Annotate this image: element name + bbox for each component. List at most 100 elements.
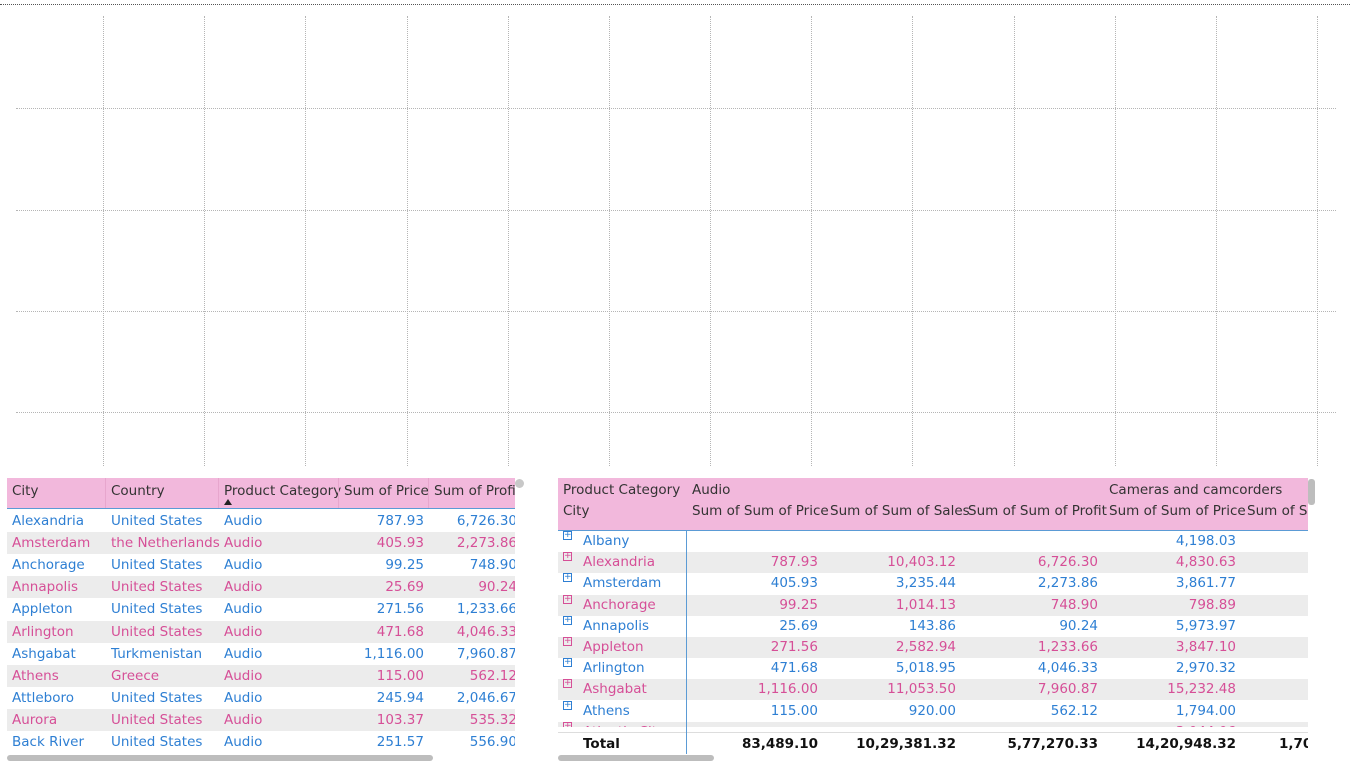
table-cell: 6,726.30 bbox=[456, 513, 515, 529]
matrix-row[interactable]: + Alexandria 787.93 10,403.12 6,726.30 4,830.… bbox=[558, 552, 1308, 574]
column-header-audio-profit[interactable]: Sum of Sum of Profit bbox=[968, 503, 1107, 519]
expand-icon[interactable]: + bbox=[563, 700, 572, 710]
column-group-audio[interactable]: Audio bbox=[692, 482, 730, 498]
table-cell: Ashgabat bbox=[12, 645, 76, 662]
table-cell: Arlington bbox=[12, 623, 74, 640]
column-header-audio-sales[interactable]: Sum of Sum of Sales bbox=[830, 503, 970, 519]
table-visual[interactable]: City Country Product Category Sum of Pri… bbox=[7, 478, 515, 754]
matrix-cell: 1,014.13 bbox=[895, 596, 956, 613]
matrix-cell: 4,046.33 bbox=[1037, 660, 1098, 677]
matrix-row[interactable]: + Ashgabat 1,116.00 11,053.50 7,960.87 15,232… bbox=[558, 679, 1308, 701]
matrix-row[interactable]: + Anchorage 99.25 1,014.13 748.90 798.89 bbox=[558, 594, 1308, 616]
matrix-row[interactable]: + Albany 4,198.03 bbox=[558, 531, 1308, 552]
column-header-country[interactable]: Country bbox=[111, 483, 165, 499]
matrix-row[interactable]: + Athens 115.00 920.00 562.12 1,794.00 bbox=[558, 700, 1308, 722]
table-cell: 535.32 bbox=[469, 711, 515, 728]
table-cell: Audio bbox=[224, 667, 263, 684]
table-row[interactable]: Alexandria United States Audio 787.93 6,726.… bbox=[7, 510, 515, 532]
table-cell: United States bbox=[111, 579, 203, 596]
table-row[interactable]: Annapolis United States Audio 25.69 90.24 bbox=[7, 576, 515, 599]
vertical-scrollbar[interactable] bbox=[1308, 479, 1315, 505]
table-cell: Audio bbox=[224, 535, 263, 552]
table-cell: Athens bbox=[12, 667, 59, 684]
expand-icon[interactable]: + bbox=[563, 531, 572, 540]
matrix-cell: 143.86 bbox=[908, 617, 956, 634]
column-header-city[interactable]: City bbox=[12, 483, 38, 499]
row-label[interactable]: Ashgabat bbox=[583, 679, 647, 700]
matrix-row[interactable]: + Annapolis 25.69 143.86 90.24 5,973.97 bbox=[558, 615, 1308, 637]
column-header-product-category[interactable]: Product Category bbox=[224, 483, 341, 499]
column-header-cameras-price[interactable]: Sum of Sum of Price bbox=[1109, 503, 1246, 519]
table-cell: Audio bbox=[224, 711, 263, 728]
horizontal-scrollbar[interactable] bbox=[7, 755, 433, 761]
horizontal-scrollbar[interactable] bbox=[558, 755, 714, 761]
row-label[interactable]: Anchorage bbox=[583, 595, 656, 616]
row-label[interactable]: Appleton bbox=[583, 637, 644, 658]
table-cell: the Netherlands bbox=[111, 535, 220, 552]
grid-line bbox=[16, 108, 1336, 109]
table-row[interactable]: Arlington United States Audio 471.68 4,046.3… bbox=[7, 620, 515, 643]
matrix-cell: 3,861.77 bbox=[1175, 575, 1236, 592]
table-row[interactable]: Back River United States Audio 251.57 556.90 bbox=[7, 731, 515, 753]
matrix-cell: 99.25 bbox=[779, 596, 818, 613]
row-label[interactable]: Annapolis bbox=[583, 616, 649, 637]
row-label[interactable]: Alexandria bbox=[583, 552, 655, 573]
row-header-city[interactable]: City bbox=[563, 503, 589, 519]
row-label[interactable]: Albany bbox=[583, 531, 629, 552]
matrix-cell: 3,847.10 bbox=[1175, 639, 1236, 655]
table-row[interactable]: Ashgabat Turkmenistan Audio 1,116.00 7,960.8… bbox=[7, 642, 515, 665]
expand-icon[interactable]: + bbox=[563, 594, 572, 604]
column-divider bbox=[338, 478, 339, 508]
column-header-sum-of-price[interactable]: Sum of Price bbox=[344, 483, 429, 499]
table-cell: Audio bbox=[224, 645, 263, 662]
table-cell: United States bbox=[111, 557, 203, 574]
expand-icon[interactable]: + bbox=[563, 658, 572, 668]
table-row[interactable]: Attleboro United States Audio 245.94 2,046.6… bbox=[7, 686, 515, 709]
matrix-cell: 920.00 bbox=[908, 702, 956, 719]
expand-icon[interactable]: + bbox=[563, 552, 572, 562]
table-cell: 471.68 bbox=[376, 623, 424, 640]
matrix-row[interactable]: + Appleton 271.56 2,582.94 1,233.66 3,847.10 bbox=[558, 637, 1308, 658]
table-row[interactable]: Anchorage United States Audio 99.25 748.90 bbox=[7, 554, 515, 577]
row-label[interactable]: Athens bbox=[583, 701, 630, 722]
expand-icon[interactable]: + bbox=[563, 637, 572, 646]
table-row[interactable]: Appleton United States Audio 271.56 1,233.66 bbox=[7, 598, 515, 621]
expand-icon[interactable]: + bbox=[563, 679, 572, 689]
column-divider bbox=[105, 478, 106, 508]
matrix-visual[interactable]: Product Category City Audio Cameras and … bbox=[558, 478, 1308, 754]
total-value: 14,20,948.32 bbox=[1136, 736, 1236, 752]
matrix-row[interactable]: + Amsterdam 405.93 3,235.44 2,273.86 3,861.77 bbox=[558, 573, 1308, 595]
table-cell: Aurora bbox=[12, 711, 58, 728]
sort-ascending-icon[interactable] bbox=[224, 499, 232, 505]
grid-line bbox=[103, 16, 104, 466]
matrix-cell: 2,273.86 bbox=[1037, 575, 1098, 592]
row-header-product-category[interactable]: Product Category bbox=[563, 482, 680, 498]
grid-line bbox=[16, 311, 1336, 312]
table-cell: 7,960.87 bbox=[456, 645, 515, 662]
grid-line bbox=[1115, 16, 1116, 466]
table-cell: United States bbox=[111, 513, 203, 529]
expand-icon[interactable]: + bbox=[563, 573, 572, 583]
matrix-cell: 15,232.48 bbox=[1167, 681, 1236, 698]
column-header-audio-price[interactable]: Sum of Sum of Price bbox=[692, 503, 829, 519]
matrix-header: Product Category City Audio Cameras and … bbox=[558, 478, 1308, 531]
matrix-row[interactable]: + Arlington 471.68 5,018.95 4,046.33 2,970.32 bbox=[558, 658, 1308, 680]
table-cell: Anchorage bbox=[12, 557, 85, 574]
table-cell: 1,116.00 bbox=[363, 645, 424, 662]
grid-line bbox=[1216, 16, 1217, 466]
column-header-sum-of-profit[interactable]: Sum of Profit bbox=[434, 483, 515, 499]
row-label[interactable]: Amsterdam bbox=[583, 573, 661, 594]
table-cell: 245.94 bbox=[376, 689, 424, 706]
table-cell: United States bbox=[111, 623, 203, 640]
table-row[interactable]: Athens Greece Audio 115.00 562.12 bbox=[7, 664, 515, 687]
column-group-cameras[interactable]: Cameras and camcorders bbox=[1109, 482, 1282, 498]
visual-resize-handle[interactable] bbox=[515, 479, 524, 488]
table-cell: United States bbox=[111, 601, 203, 618]
expand-icon[interactable]: + bbox=[563, 615, 572, 625]
matrix-cell: 115.00 bbox=[770, 702, 818, 719]
table-row[interactable]: Amsterdam the Netherlands Audio 405.93 2,273… bbox=[7, 532, 515, 555]
table-cell: Appleton bbox=[12, 601, 73, 618]
table-row[interactable]: Aurora United States Audio 103.37 535.32 bbox=[7, 708, 515, 731]
row-label[interactable]: Arlington bbox=[583, 658, 645, 679]
column-header-cameras-sales[interactable]: Sum of Su bbox=[1247, 503, 1308, 519]
